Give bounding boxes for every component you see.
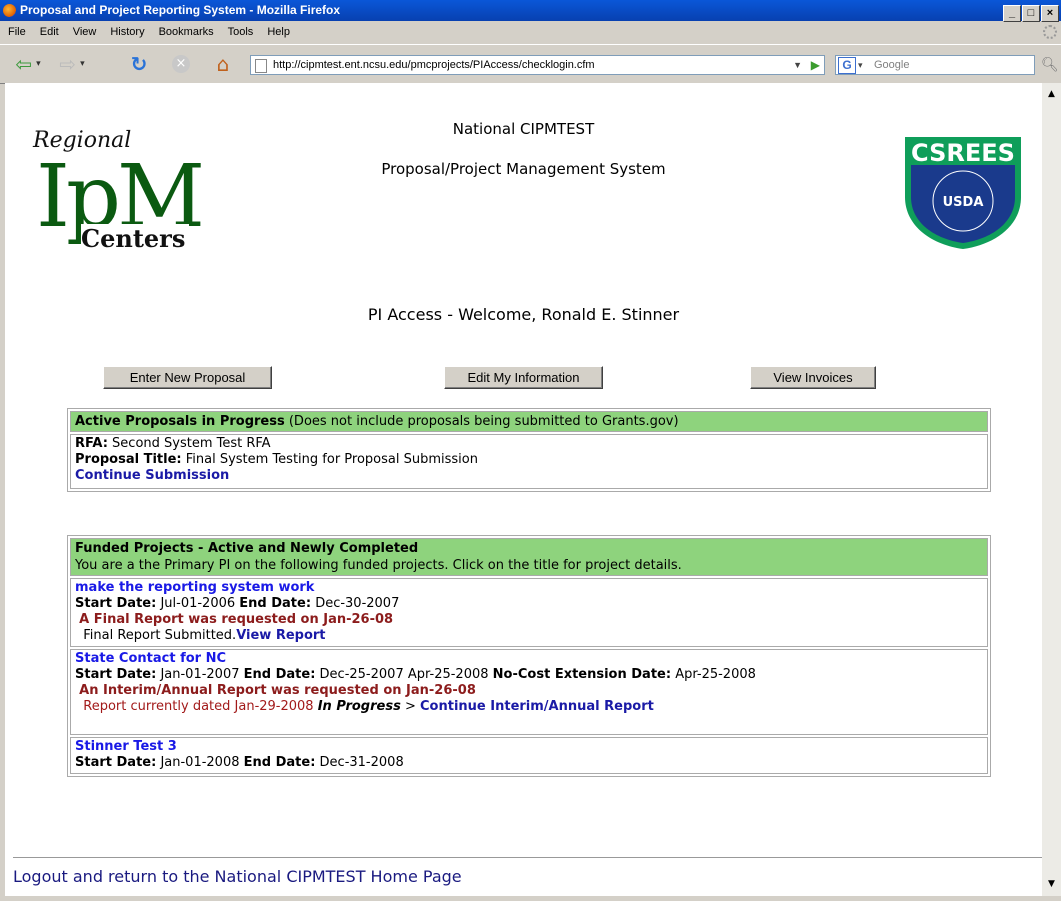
menu-view[interactable]: View <box>73 26 97 38</box>
report-status: Final Report Submitted. <box>83 628 237 643</box>
start-date-label: Start Date: <box>75 755 157 770</box>
page-content: Regional IpM Centers National CIPMTEST P… <box>5 83 1042 896</box>
rfa-label: RFA: <box>75 436 108 451</box>
report-request-notice: A Final Report was requested on Jan-26-0… <box>79 612 394 627</box>
throbber-icon <box>1043 25 1057 39</box>
in-progress-label: In Progress <box>317 699 401 714</box>
proposal-title-value: Final System Testing for Proposal Submis… <box>185 452 478 467</box>
welcome-heading: PI Access - Welcome, Ronald E. Stinner <box>367 305 680 324</box>
scroll-down-icon[interactable]: ▼ <box>1044 877 1059 892</box>
nce-date-label: No-Cost Extension Date: <box>492 667 672 682</box>
home-icon: ⌂ <box>216 52 230 76</box>
continue-report-link[interactable]: Continue Interim/Annual Report <box>420 699 654 714</box>
start-date-value: Jan-01-2007 <box>160 667 240 682</box>
close-button[interactable]: × <box>1041 5 1059 22</box>
start-date-value: Jul-01-2006 <box>160 596 236 611</box>
menu-bookmarks[interactable]: Bookmarks <box>159 26 214 38</box>
maximize-button[interactable]: □ <box>1022 5 1040 22</box>
menu-history[interactable]: History <box>110 26 144 38</box>
end-date-value: Dec-25-2007 Apr-25-2008 <box>319 667 489 682</box>
site-title: National CIPMTEST <box>452 120 595 138</box>
window-title: Proposal and Project Reporting System - … <box>20 3 341 17</box>
window-title-bar: Proposal and Project Reporting System - … <box>0 0 1061 22</box>
end-date-label: End Date: <box>243 667 316 682</box>
view-invoices-button[interactable]: View Invoices <box>750 366 876 389</box>
logo-centers-text: Centers <box>81 224 190 253</box>
active-proposals-table: Active Proposals in Progress (Does not i… <box>67 408 991 492</box>
start-date-label: Start Date: <box>75 596 157 611</box>
proposal-row: RFA: Second System Test RFA Proposal Tit… <box>70 434 988 489</box>
system-title: Proposal/Project Management System <box>381 160 666 178</box>
seal-mid-text: USDA <box>943 195 984 210</box>
start-date-value: Jan-01-2008 <box>160 755 240 770</box>
view-report-link[interactable]: View Report <box>236 628 325 643</box>
menu-bar: File Edit View History Bookmarks Tools Help <box>0 22 1061 43</box>
address-bar[interactable]: http://cipmtest.ent.ncsu.edu/pmcprojects… <box>250 55 825 75</box>
search-icon[interactable]: 🔍︎ <box>1041 57 1059 73</box>
footer-divider <box>13 857 1042 858</box>
proposal-title-label: Proposal Title: <box>75 452 182 467</box>
url-text: http://cipmtest.ent.ncsu.edu/pmcprojects… <box>273 59 595 71</box>
stop-button[interactable]: × <box>166 51 196 77</box>
project-title-link[interactable]: State Contact for NC <box>75 651 226 666</box>
active-proposals-header: Active Proposals in Progress (Does not i… <box>70 411 988 432</box>
search-placeholder: Google <box>874 59 910 71</box>
active-proposals-title: Active Proposals in Progress <box>75 414 285 429</box>
back-button[interactable]: ⇦ ▾ <box>8 51 48 77</box>
end-date-label: End Date: <box>243 755 316 770</box>
vertical-scrollbar[interactable]: ▲ ▼ <box>1042 83 1061 896</box>
funded-projects-title: Funded Projects - Active and Newly Compl… <box>75 541 419 556</box>
forward-arrow-icon: ⇨ <box>59 52 77 76</box>
seal-top-text: CSREES <box>911 139 1015 167</box>
project-row: State Contact for NC Start Date: Jan-01-… <box>70 649 988 735</box>
navigation-toolbar: ⇦ ▾ ⇨ ▾ ↻ × ⌂ http://cipmtest.ent.ncsu.edu… <box>0 44 1061 84</box>
menu-edit[interactable]: Edit <box>40 26 59 38</box>
stop-icon: × <box>172 55 190 73</box>
report-request-notice: An Interim/Annual Report was requested o… <box>79 683 476 698</box>
page-icon <box>255 59 267 73</box>
report-status: Report currently dated Jan-29-2008 <box>83 699 314 714</box>
go-icon[interactable]: ▶ <box>811 56 820 74</box>
rfa-value: Second System Test RFA <box>112 436 271 451</box>
active-proposals-note: (Does not include proposals being submit… <box>288 414 679 429</box>
nce-date-value: Apr-25-2008 <box>675 667 756 682</box>
csrees-usda-seal: CSREES USDA <box>903 135 1023 255</box>
project-title-link[interactable]: Stinner Test 3 <box>75 739 177 754</box>
menu-help[interactable]: Help <box>267 26 290 38</box>
menu-file[interactable]: File <box>8 26 26 38</box>
minimize-button[interactable]: _ <box>1003 5 1021 22</box>
menu-tools[interactable]: Tools <box>228 26 254 38</box>
regional-ipm-centers-logo: Regional IpM Centers <box>33 128 205 258</box>
home-button[interactable]: ⌂ <box>208 51 238 77</box>
search-input[interactable]: G ▾ Google <box>835 55 1035 75</box>
edit-my-information-button[interactable]: Edit My Information <box>444 366 603 389</box>
end-date-value: Dec-30-2007 <box>315 596 400 611</box>
funded-projects-subtitle: You are a the Primary PI on the followin… <box>75 558 682 573</box>
separator: > <box>404 699 416 714</box>
back-arrow-icon: ⇦ <box>15 52 33 76</box>
enter-new-proposal-button[interactable]: Enter New Proposal <box>103 366 272 389</box>
end-date-value: Dec-31-2008 <box>319 755 404 770</box>
project-title-link[interactable]: make the reporting system work <box>75 580 314 595</box>
continue-submission-link[interactable]: Continue Submission <box>75 468 229 483</box>
google-engine-icon[interactable]: G <box>838 57 856 74</box>
forward-button[interactable]: ⇨ ▾ <box>52 51 92 77</box>
scroll-up-icon[interactable]: ▲ <box>1044 87 1059 102</box>
engine-dropdown-icon[interactable]: ▾ <box>858 56 863 74</box>
start-date-label: Start Date: <box>75 667 157 682</box>
logout-link[interactable]: Logout and return to the National CIPMTE… <box>13 867 462 886</box>
reload-button[interactable]: ↻ <box>124 51 154 77</box>
funded-projects-table: Funded Projects - Active and Newly Compl… <box>67 535 991 777</box>
url-dropdown-icon[interactable]: ▼ <box>793 56 802 74</box>
firefox-icon <box>3 4 16 18</box>
funded-projects-header: Funded Projects - Active and Newly Compl… <box>70 538 988 576</box>
project-row: Stinner Test 3 Start Date: Jan-01-2008 E… <box>70 737 988 774</box>
end-date-label: End Date: <box>239 596 312 611</box>
reload-icon: ↻ <box>130 52 148 76</box>
project-row: make the reporting system work Start Dat… <box>70 578 988 647</box>
